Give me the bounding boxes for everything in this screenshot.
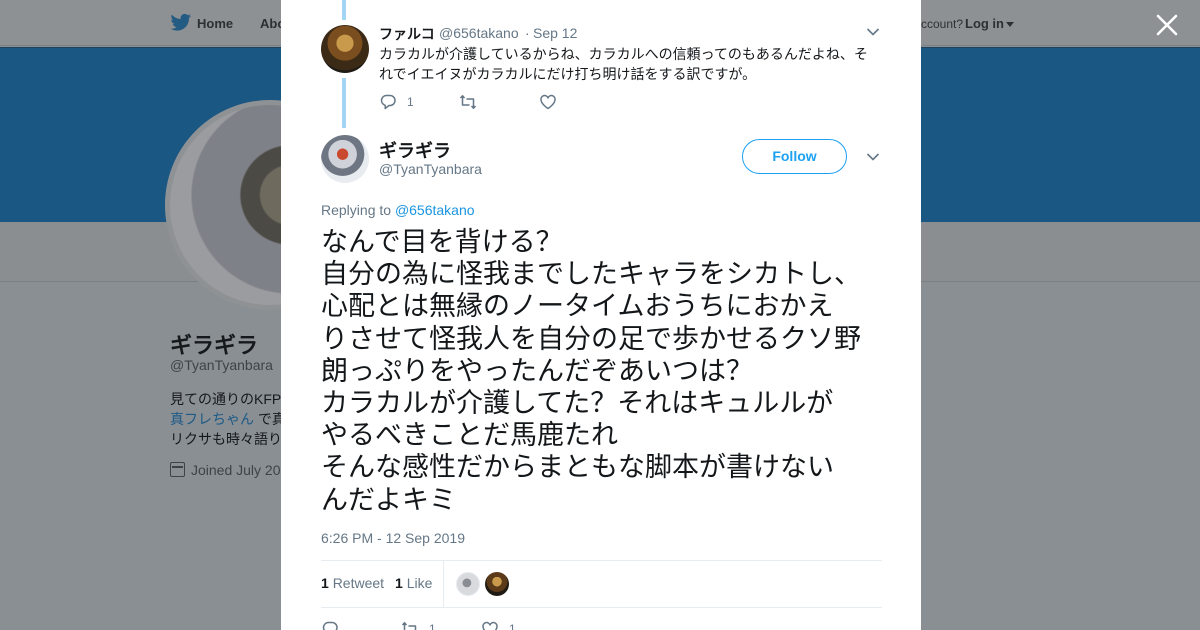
follow-button[interactable]: Follow: [742, 139, 847, 174]
bio-link[interactable]: 真フレちゃん: [170, 411, 254, 427]
like-button[interactable]: [539, 93, 557, 111]
parent-tweet-text: カラカルが介護しているからね、カラカルへの信頼ってのもあるんだよね、それでイエイ…: [379, 46, 868, 82]
chevron-down-icon[interactable]: [866, 152, 880, 162]
heart-icon: [540, 94, 556, 110]
calendar-icon: [170, 462, 185, 477]
like-button[interactable]: 1: [481, 620, 516, 630]
author-name[interactable]: ギラギラ: [379, 137, 451, 163]
tweet-permalink-modal: ファルコ @656takano · Sep 12 カラカルが介護しているからね、…: [281, 0, 921, 630]
retweet-count: 1: [321, 575, 329, 591]
replying-prefix: Replying to: [321, 202, 395, 218]
nav-account-prompt: ccount?: [921, 17, 964, 31]
divider: [321, 607, 882, 608]
thread-connector: [342, 0, 346, 20]
author-avatar[interactable]: [321, 135, 369, 183]
retweet-button[interactable]: [459, 93, 477, 111]
profile-handle: @TyanTyanbara: [170, 357, 273, 373]
login-link[interactable]: Log in: [965, 16, 1014, 31]
divider: [321, 560, 882, 561]
retweet-button[interactable]: 1: [401, 620, 436, 630]
reply-icon: [380, 94, 396, 110]
chevron-down-icon[interactable]: [866, 27, 880, 37]
retweet-count: 1: [429, 622, 436, 630]
retweet-icon: [401, 622, 417, 630]
parent-author-handle[interactable]: @656takano: [439, 25, 519, 41]
thread-connector: [342, 78, 346, 128]
like-count: 1: [395, 575, 403, 591]
login-label: Log in: [965, 16, 1004, 31]
profile-joined: Joined July 20: [170, 462, 281, 478]
heart-icon: [482, 621, 498, 630]
like-stat[interactable]: 1 Like: [395, 575, 432, 591]
reply-count: 1: [407, 95, 414, 109]
liker-avatar[interactable]: [485, 572, 509, 596]
close-icon[interactable]: [1154, 12, 1180, 38]
reply-button[interactable]: 1: [379, 93, 414, 111]
like-label: Like: [406, 575, 433, 591]
like-count: 1: [509, 622, 516, 630]
separator-dot: ·: [525, 25, 530, 41]
retweet-label: Retweet: [332, 575, 385, 591]
joined-text: Joined July 20: [191, 462, 281, 478]
replying-to: Replying to @656takano: [321, 202, 475, 218]
tweet-text: なんで目を背ける？ 自分の為に怪我までしたキャラをシカトし、 心配とは無縁のノー…: [321, 227, 861, 516]
twitter-bird-icon[interactable]: [170, 13, 192, 33]
author-handle[interactable]: @TyanTyanbara: [379, 161, 482, 177]
retweet-icon: [459, 95, 477, 109]
parent-tweet-date[interactable]: Sep 12: [533, 25, 577, 41]
replying-to-link[interactable]: @656takano: [395, 202, 475, 218]
profile-bio-line: 見ての通りのKFP: [170, 391, 282, 407]
retweet-stat[interactable]: 1 Retweet: [321, 575, 384, 591]
divider: [443, 561, 444, 607]
tweet-timestamp[interactable]: 6:26 PM - 12 Sep 2019: [321, 530, 465, 546]
caret-down-icon: [1006, 22, 1014, 28]
liker-avatar[interactable]: [456, 572, 480, 596]
nav-home-link[interactable]: Home: [197, 16, 233, 31]
parent-author-avatar[interactable]: [321, 25, 369, 73]
profile-bio-line: リクサも時々語り: [170, 431, 282, 447]
parent-author-name[interactable]: ファルコ: [379, 24, 435, 44]
reply-icon: [322, 621, 338, 630]
profile-bio-line: 真フレちゃん で真: [170, 409, 286, 429]
reply-button[interactable]: [321, 620, 339, 630]
profile-name: ギラギラ: [170, 333, 259, 358]
